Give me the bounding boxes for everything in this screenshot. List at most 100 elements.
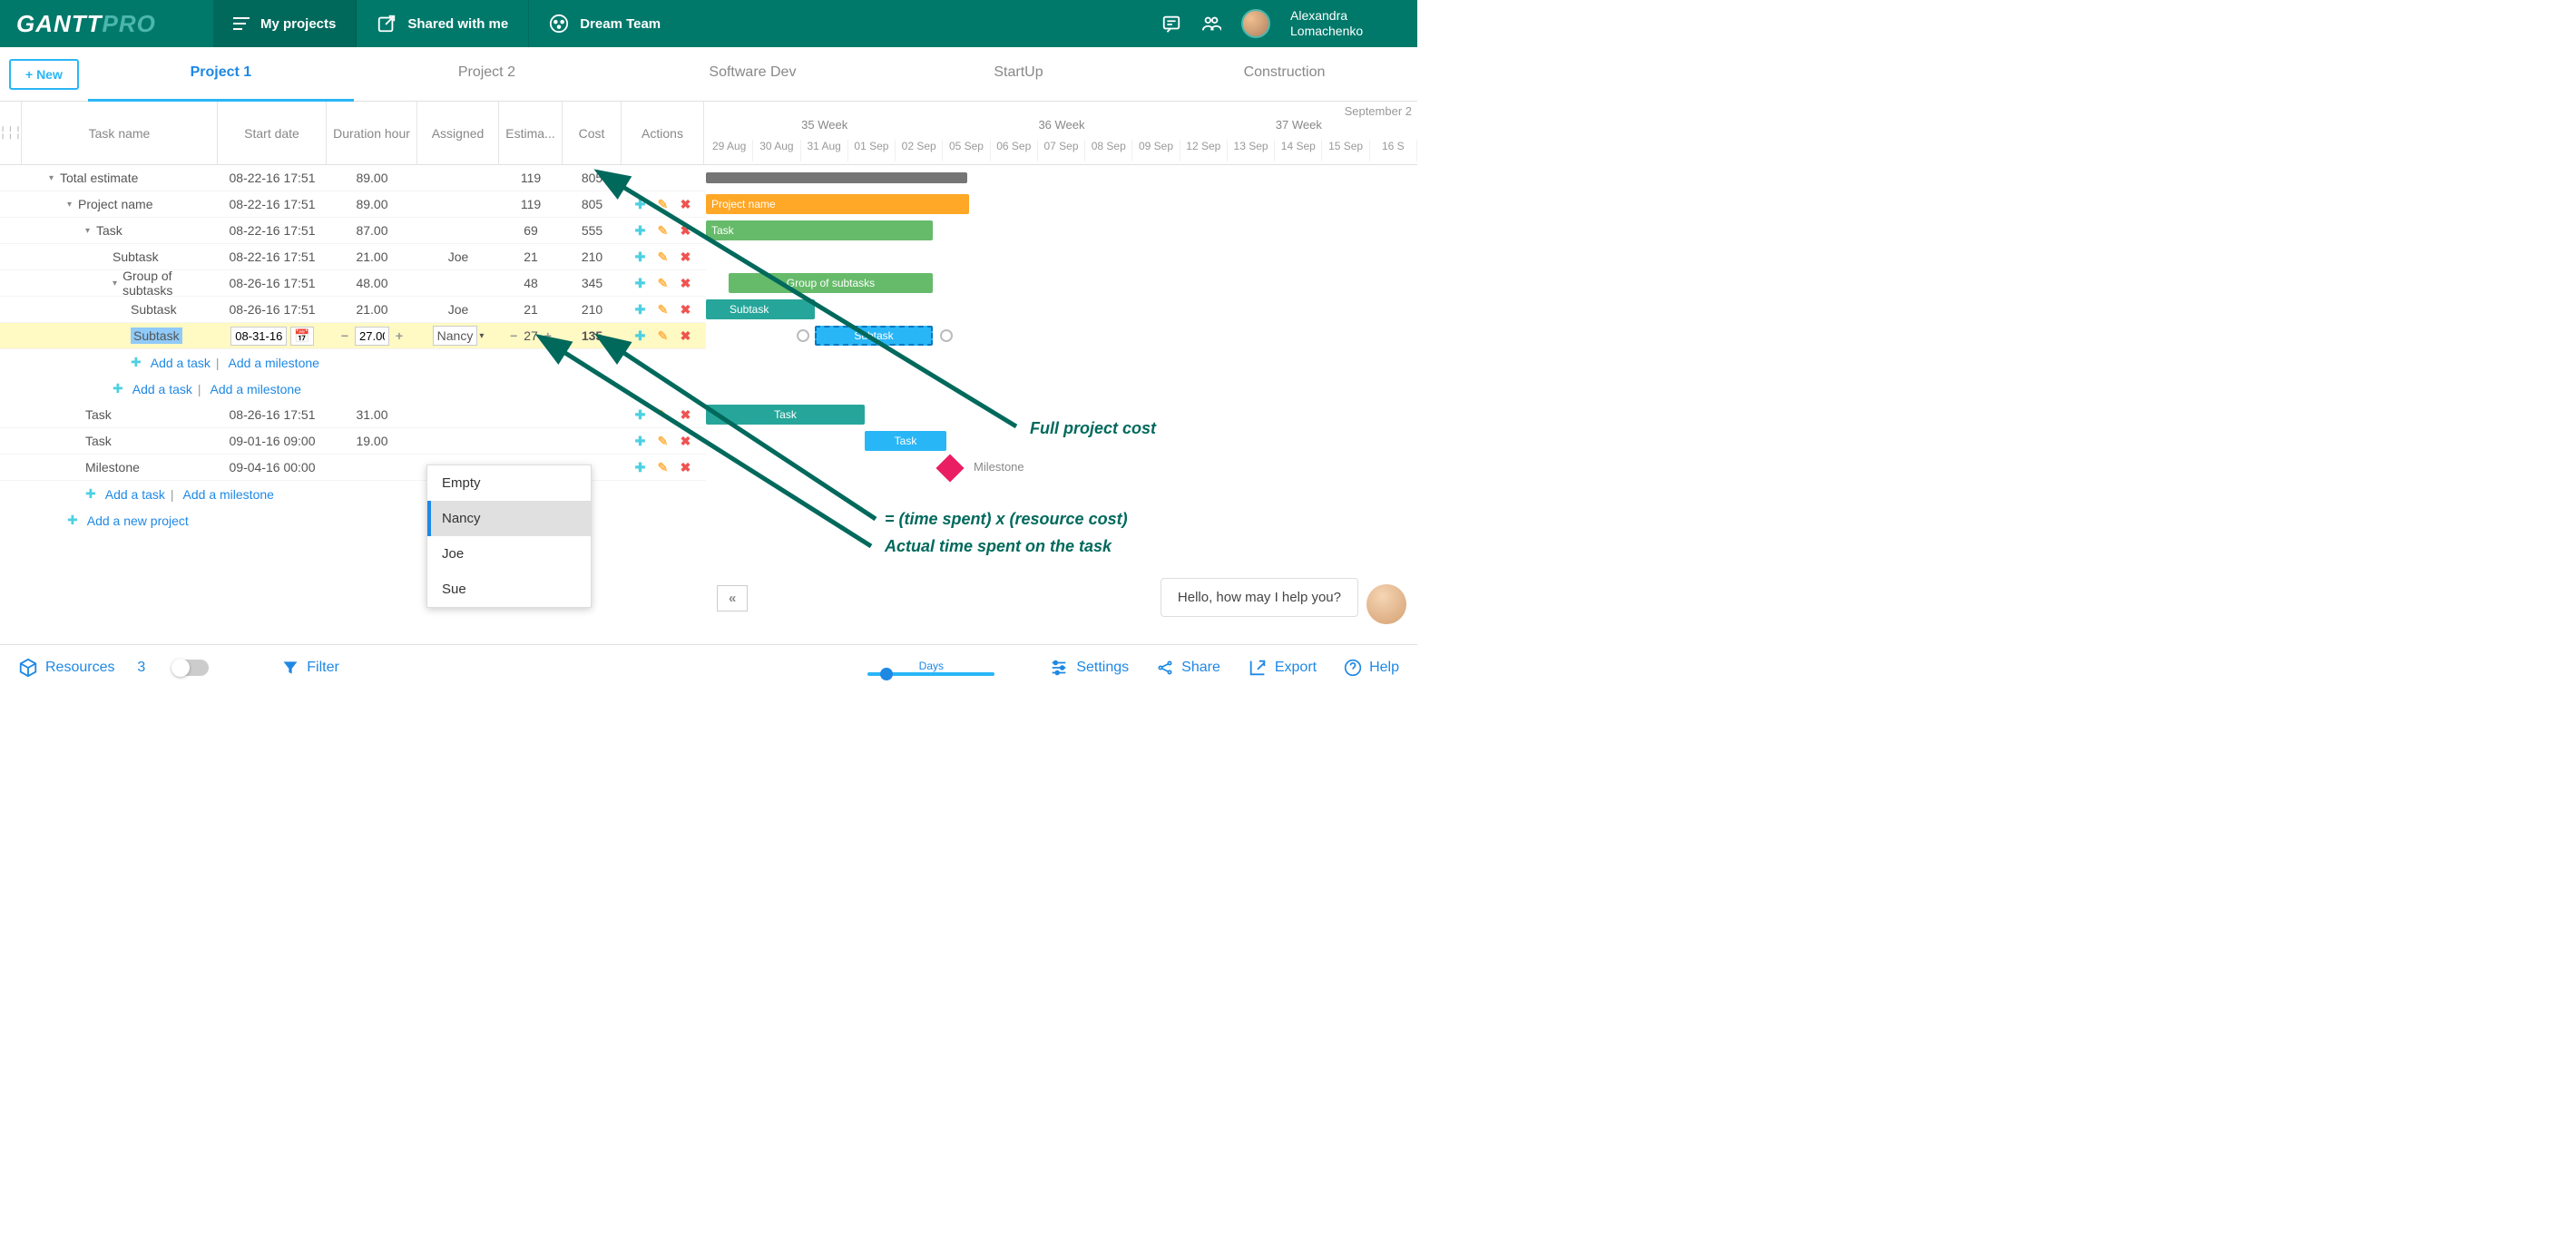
dur-plus[interactable]: +	[392, 328, 406, 343]
action-delete[interactable]: ✖	[679, 249, 693, 265]
bar-group[interactable]: Group of subtasks	[729, 273, 933, 293]
chat-avatar[interactable]	[1366, 584, 1406, 624]
action-delete[interactable]: ✖	[679, 223, 693, 239]
tab-construction[interactable]: Construction	[1151, 46, 1417, 102]
col-assigned[interactable]: Assigned	[417, 102, 499, 164]
people-icon[interactable]	[1201, 14, 1221, 34]
duration-input[interactable]	[355, 327, 389, 346]
nav-shared[interactable]: Shared with me	[357, 0, 529, 47]
tab-software[interactable]: Software Dev	[620, 46, 886, 102]
action-delete[interactable]: ✖	[679, 197, 693, 212]
tab-project2[interactable]: Project 2	[354, 46, 620, 102]
add-task-link[interactable]: Add a task	[105, 487, 165, 502]
action-add[interactable]: ✚	[633, 328, 648, 344]
bar-subtask-sel[interactable]: Subtask	[815, 326, 933, 346]
task-row[interactable]: Task08-26-16 17:5131.00✚✎✖	[0, 402, 706, 428]
date-input[interactable]	[230, 327, 287, 346]
chevron-down-icon[interactable]: ▾	[479, 331, 484, 341]
dd-nancy[interactable]: Nancy	[427, 501, 591, 536]
selected-task-name[interactable]: Subtask	[131, 328, 182, 344]
action-edit[interactable]: ✎	[656, 434, 671, 449]
bar-project[interactable]: Project name	[706, 194, 969, 214]
chevron-down-icon[interactable]: ▾	[67, 200, 78, 210]
task-row[interactable]: ▾ Group of subtasks08-26-16 17:5148.0048…	[0, 270, 706, 297]
bar-handle-right[interactable]	[940, 329, 953, 342]
task-row[interactable]: Subtask08-26-16 17:5121.00Joe21210✚✎✖	[0, 297, 706, 323]
task-row[interactable]: ▾ Project name08-22-16 17:5189.00119805✚…	[0, 191, 706, 218]
col-cost[interactable]: Cost	[563, 102, 622, 164]
action-edit[interactable]: ✎	[656, 249, 671, 265]
chevron-down-icon[interactable]: ▾	[49, 173, 60, 183]
action-delete[interactable]: ✖	[679, 434, 693, 449]
bar-task[interactable]: Task	[706, 220, 933, 240]
dd-joe[interactable]: Joe	[427, 536, 591, 572]
task-row-selected[interactable]: Subtask 📅 − + Nancy ▾ − 27 + 135 ✚	[0, 323, 706, 349]
tab-project1[interactable]: Project 1	[88, 46, 354, 102]
action-delete[interactable]: ✖	[679, 302, 693, 318]
chevron-down-icon[interactable]: ▾	[85, 226, 96, 236]
action-edit[interactable]: ✎	[656, 302, 671, 318]
add-milestone-link[interactable]: Add a milestone	[183, 487, 274, 502]
add-milestone-link[interactable]: Add a milestone	[211, 382, 301, 396]
action-add[interactable]: ✚	[633, 249, 648, 265]
toggle-switch[interactable]	[172, 660, 209, 676]
bar-total[interactable]	[706, 172, 967, 183]
action-add[interactable]: ✚	[633, 197, 648, 212]
action-edit[interactable]: ✎	[656, 223, 671, 239]
bar-handle-left[interactable]	[797, 329, 809, 342]
nav-my-projects[interactable]: My projects	[213, 0, 357, 47]
chat-icon[interactable]	[1161, 14, 1181, 34]
col-estimate[interactable]: Estima...	[499, 102, 563, 164]
action-delete[interactable]: ✖	[679, 328, 693, 344]
settings-button[interactable]: Settings	[1049, 658, 1129, 678]
action-delete[interactable]: ✖	[679, 276, 693, 291]
col-task-name[interactable]: Task name	[22, 102, 218, 164]
add-project-link[interactable]: Add a new project	[87, 514, 189, 528]
filter-button[interactable]: Filter	[281, 659, 339, 677]
action-add[interactable]: ✚	[633, 302, 648, 318]
task-row[interactable]: Task09-01-16 09:0019.00✚✎✖	[0, 428, 706, 455]
dd-empty[interactable]: Empty	[427, 465, 591, 501]
action-add[interactable]: ✚	[633, 223, 648, 239]
action-edit[interactable]: ✎	[656, 460, 671, 475]
add-task-link[interactable]: Add a task	[151, 356, 211, 370]
chevron-down-icon[interactable]: ▾	[113, 279, 122, 289]
assigned-value[interactable]: Nancy	[433, 326, 478, 346]
bar-subtask1[interactable]: Subtask	[706, 299, 815, 319]
resources-button[interactable]: Resources 3	[18, 658, 145, 678]
col-start-date[interactable]: Start date	[218, 102, 327, 164]
add-task-link[interactable]: Add a task	[132, 382, 192, 396]
drag-handle-col[interactable]: ╎╎╎	[0, 102, 22, 164]
share-button[interactable]: Share	[1156, 659, 1220, 677]
action-edit[interactable]: ✎	[656, 328, 671, 344]
action-delete[interactable]: ✖	[679, 407, 693, 423]
action-add[interactable]: ✚	[633, 407, 648, 423]
bar-task3[interactable]: Task	[865, 431, 946, 451]
tab-startup[interactable]: StartUp	[886, 46, 1151, 102]
avatar[interactable]	[1241, 9, 1270, 38]
est-minus[interactable]: −	[506, 328, 521, 343]
chat-bubble[interactable]: Hello, how may I help you?	[1161, 578, 1358, 617]
bar-task2[interactable]: Task	[706, 405, 865, 425]
calendar-icon[interactable]: 📅	[290, 327, 313, 346]
milestone-diamond[interactable]	[935, 454, 964, 482]
export-button[interactable]: Export	[1248, 658, 1317, 678]
new-button[interactable]: + New	[9, 59, 79, 90]
task-row[interactable]: ▾ Total estimate08-22-16 17:5189.0011980…	[0, 165, 706, 191]
help-button[interactable]: Help	[1344, 659, 1399, 677]
action-edit[interactable]: ✎	[656, 407, 671, 423]
dd-sue[interactable]: Sue	[427, 572, 591, 607]
action-edit[interactable]: ✎	[656, 197, 671, 212]
action-delete[interactable]: ✖	[679, 460, 693, 475]
add-milestone-link[interactable]: Add a milestone	[229, 356, 319, 370]
col-duration[interactable]: Duration hour	[327, 102, 417, 164]
action-add[interactable]: ✚	[633, 460, 648, 475]
collapse-button[interactable]: «	[717, 585, 748, 611]
task-row[interactable]: Milestone09-04-16 00:00✚✎✖	[0, 455, 706, 481]
nav-team[interactable]: Dream Team	[529, 0, 681, 47]
dur-minus[interactable]: −	[338, 328, 352, 343]
task-row[interactable]: ▾ Task08-22-16 17:5187.0069555✚✎✖	[0, 218, 706, 244]
action-edit[interactable]: ✎	[656, 276, 671, 291]
est-plus[interactable]: +	[541, 328, 555, 343]
action-add[interactable]: ✚	[633, 276, 648, 291]
